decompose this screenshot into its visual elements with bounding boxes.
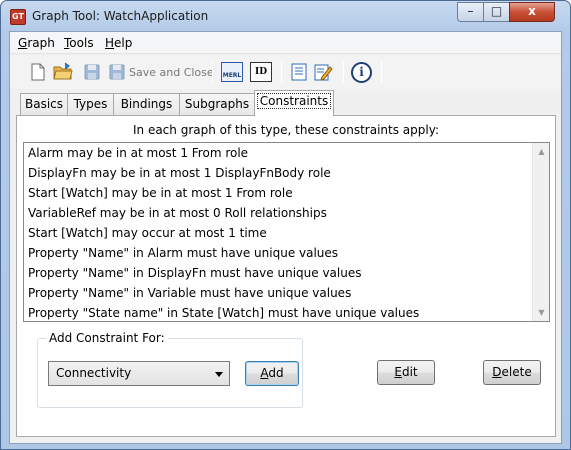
add-constraint-group: Add Constraint For: Connectivity Add	[37, 331, 303, 408]
save-and-close-icon[interactable]	[107, 62, 127, 82]
list-scrollbar[interactable]: ▲ ▼	[532, 143, 549, 321]
list-item[interactable]: Property "State name" in State [Watch] m…	[28, 303, 419, 323]
list-item[interactable]: DisplayFn may be in at most 1 DisplayFnB…	[28, 163, 331, 183]
graph-tool-app-icon[interactable]: GT	[10, 9, 26, 25]
add-constraint-label: Add Constraint For:	[46, 331, 168, 345]
list-item[interactable]: Property "Name" in DisplayFn must have u…	[28, 263, 361, 283]
list-item[interactable]: Start [Watch] may be in at most 1 From r…	[28, 183, 293, 203]
list-item[interactable]: Alarm may be in at most 1 From role	[28, 143, 248, 163]
add-button[interactable]: Add	[245, 361, 299, 386]
save-icon[interactable]	[82, 62, 102, 82]
tab-constraints[interactable]: Constraints	[254, 90, 334, 116]
constraints-panel: In each graph of this type, these constr…	[16, 115, 556, 437]
minimize-button[interactable]: –	[457, 2, 484, 22]
close-button[interactable]: x	[509, 2, 555, 22]
constraints-hint: In each graph of this type, these constr…	[132, 123, 440, 137]
tab-basics[interactable]: Basics	[20, 93, 68, 115]
toolbar: Save and Close MERL ID i	[10, 55, 561, 89]
merl-editor-button[interactable]: MERL	[221, 62, 243, 82]
toolbar-separator	[212, 61, 213, 83]
toolbar-separator	[281, 61, 282, 83]
menu-graph[interactable]: Graph	[18, 36, 55, 50]
scroll-down-icon[interactable]: ▼	[534, 304, 549, 321]
delete-button[interactable]: Delete	[483, 360, 541, 385]
list-item[interactable]: Property "Name" in Alarm must have uniqu…	[28, 243, 338, 263]
list-item[interactable]: Start [Watch] may occur at most 1 time	[28, 223, 267, 243]
client-area: Graph Tools Help Save and Close MERL ID …	[9, 31, 562, 444]
tab-bindings[interactable]: Bindings	[113, 93, 180, 115]
toolbar-separator	[381, 61, 382, 83]
constraints-list[interactable]: Alarm may be in at most 1 From role Disp…	[23, 142, 550, 322]
edit-icon[interactable]	[313, 62, 333, 82]
application-window: GT Graph Tool: WatchApplication – □ x Gr…	[0, 0, 571, 450]
info-icon[interactable]: i	[351, 62, 372, 83]
scroll-up-icon[interactable]: ▲	[534, 143, 549, 160]
list-item[interactable]: Property "Name" in Variable must have un…	[28, 283, 351, 303]
menu-bar: Graph Tools Help	[10, 32, 561, 54]
id-button[interactable]: ID	[250, 62, 272, 82]
constraint-type-value: Connectivity	[56, 366, 132, 380]
new-document-icon[interactable]	[28, 62, 48, 82]
toolbar-separator	[343, 61, 344, 83]
save-and-close-button[interactable]: Save and Close	[129, 66, 214, 79]
maximize-button[interactable]: □	[483, 2, 510, 22]
list-item[interactable]: VariableRef may be in at most 0 Roll rel…	[28, 203, 327, 223]
menu-help[interactable]: Help	[105, 36, 132, 50]
constraint-type-select[interactable]: Connectivity	[48, 361, 230, 386]
open-folder-icon[interactable]	[53, 62, 73, 82]
title-bar[interactable]: GT Graph Tool: WatchApplication – □ x	[1, 1, 570, 31]
chevron-down-icon	[215, 372, 223, 377]
menu-tools[interactable]: Tools	[64, 36, 94, 50]
properties-icon[interactable]	[289, 62, 309, 82]
edit-button[interactable]: Edit	[377, 360, 435, 385]
tab-types[interactable]: Types	[67, 93, 114, 115]
window-title: Graph Tool: WatchApplication	[32, 9, 209, 23]
tab-subgraphs[interactable]: Subgraphs	[179, 93, 255, 115]
